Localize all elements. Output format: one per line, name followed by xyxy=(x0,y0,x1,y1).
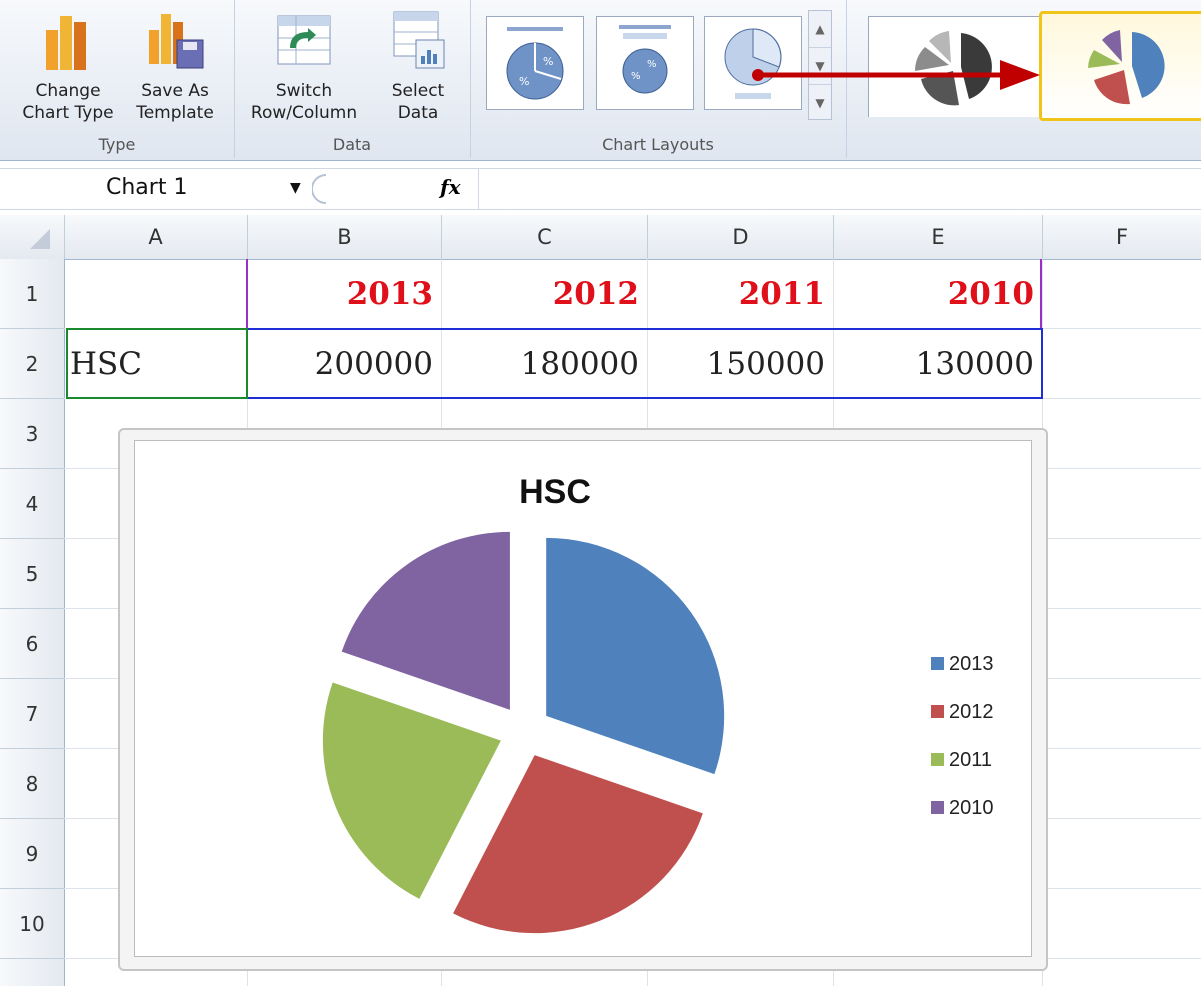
row-header-2[interactable]: 2 xyxy=(0,329,65,399)
row-header-4[interactable]: 4 xyxy=(0,469,65,539)
ribbon-group-data: Switch Row/Column Select Data Data xyxy=(234,0,471,158)
save-as-template-line1: Save As xyxy=(141,81,209,101)
legend-label-2012: 2012 xyxy=(949,701,994,723)
column-header-d[interactable]: D xyxy=(648,215,834,259)
insert-function-button[interactable]: fx xyxy=(440,175,461,199)
group-label-data: Data xyxy=(332,135,372,154)
range-highlight-b1-e1 xyxy=(246,259,1042,328)
row-header-11-partial xyxy=(0,959,65,986)
change-chart-type-line2: Chart Type xyxy=(22,103,114,123)
row-header-9[interactable]: 9 xyxy=(0,819,65,889)
annotation-arrow xyxy=(752,60,1040,90)
svg-text:%: % xyxy=(543,55,553,68)
name-box-dropdown-icon[interactable]: ▼ xyxy=(290,173,301,203)
chart-style-selected[interactable] xyxy=(1039,11,1201,121)
column-header-f[interactable]: F xyxy=(1043,215,1201,259)
gallery-up-icon[interactable]: ▲ xyxy=(809,11,831,48)
row-header-5[interactable]: 5 xyxy=(0,539,65,609)
legend-swatch-2012 xyxy=(931,705,944,718)
save-as-template-line2: Template xyxy=(136,103,214,123)
chart-area[interactable]: HSC 2013 2012 2011 2010 xyxy=(134,440,1032,957)
chart-object[interactable]: HSC 2013 2012 2011 2010 xyxy=(118,428,1048,971)
save-template-icon xyxy=(149,14,204,69)
select-all-corner[interactable] xyxy=(0,215,65,259)
switch-row-column-line1: Switch xyxy=(275,81,333,101)
range-highlight-b2-e2 xyxy=(246,328,1043,399)
name-box-value: Chart 1 xyxy=(106,175,188,200)
formula-bar-divider xyxy=(478,169,479,209)
legend-swatch-2011 xyxy=(931,753,944,766)
column-header-c[interactable]: C xyxy=(442,215,648,259)
pie-slice-2013[interactable] xyxy=(546,537,725,775)
chart-layout-2[interactable]: % % xyxy=(596,16,694,110)
change-chart-type-line1: Change xyxy=(35,81,101,101)
legend-label-2013: 2013 xyxy=(949,653,994,675)
pie-slice-2011[interactable] xyxy=(322,682,501,899)
chart-title: HSC xyxy=(519,473,591,511)
svg-text:%: % xyxy=(519,75,529,88)
color-pie-style-icon xyxy=(1088,30,1165,105)
svg-text:%: % xyxy=(647,59,657,70)
switch-row-column-line2: Row/Column xyxy=(250,103,358,123)
row-header-3[interactable]: 3 xyxy=(0,399,65,469)
formula-bar-circle-icon xyxy=(312,174,327,204)
svg-text:%: % xyxy=(631,71,641,82)
name-box[interactable]: Chart 1 ▼ xyxy=(10,173,310,203)
legend-swatch-2010 xyxy=(931,801,944,814)
pie-slice-2010[interactable] xyxy=(341,531,510,710)
pie-chart: HSC 2013 2012 2011 2010 xyxy=(322,473,994,934)
formula-bar: Chart 1 ▼ fx xyxy=(0,168,1201,210)
column-header-a[interactable]: A xyxy=(64,215,248,259)
column-headers: A B C D E F xyxy=(0,215,1201,260)
chart-layout-1[interactable]: % % xyxy=(486,16,584,110)
select-data-button[interactable]: Select Data xyxy=(378,8,458,124)
legend-swatch-2013 xyxy=(931,657,944,670)
column-header-e[interactable]: E xyxy=(834,215,1043,259)
change-chart-type-button[interactable]: Change Chart Type xyxy=(18,8,118,124)
range-highlight-a2 xyxy=(66,328,248,399)
group-label-type: Type xyxy=(98,135,136,154)
legend-label-2010: 2010 xyxy=(949,797,994,819)
pie-slice-2012[interactable] xyxy=(453,755,703,934)
chart-type-icon xyxy=(46,16,86,70)
select-data-line1: Select xyxy=(391,81,445,101)
row-header-6[interactable]: 6 xyxy=(0,609,65,679)
row-header-8[interactable]: 8 xyxy=(0,749,65,819)
switch-row-column-button[interactable]: Switch Row/Column xyxy=(244,8,364,124)
ribbon: Change Chart Type Save As Template Type xyxy=(0,0,1201,161)
switch-row-column-icon xyxy=(277,15,331,65)
row-header-10[interactable]: 10 xyxy=(0,889,65,959)
select-data-line2: Data xyxy=(397,103,439,123)
column-header-b[interactable]: B xyxy=(248,215,442,259)
row-header-7[interactable]: 7 xyxy=(0,679,65,749)
save-as-template-button[interactable]: Save As Template xyxy=(120,8,230,124)
group-label-chart-layouts: Chart Layouts xyxy=(602,135,714,154)
row-header-1[interactable]: 1 xyxy=(0,259,65,329)
layout-1-thumbnail-icon: % % xyxy=(506,27,564,100)
select-all-icon xyxy=(30,229,50,249)
legend-label-2011: 2011 xyxy=(949,749,992,771)
ribbon-group-type: Change Chart Type Save As Template Type xyxy=(0,0,235,158)
select-data-icon xyxy=(393,11,445,69)
layout-2-thumbnail-icon: % % xyxy=(619,25,671,94)
